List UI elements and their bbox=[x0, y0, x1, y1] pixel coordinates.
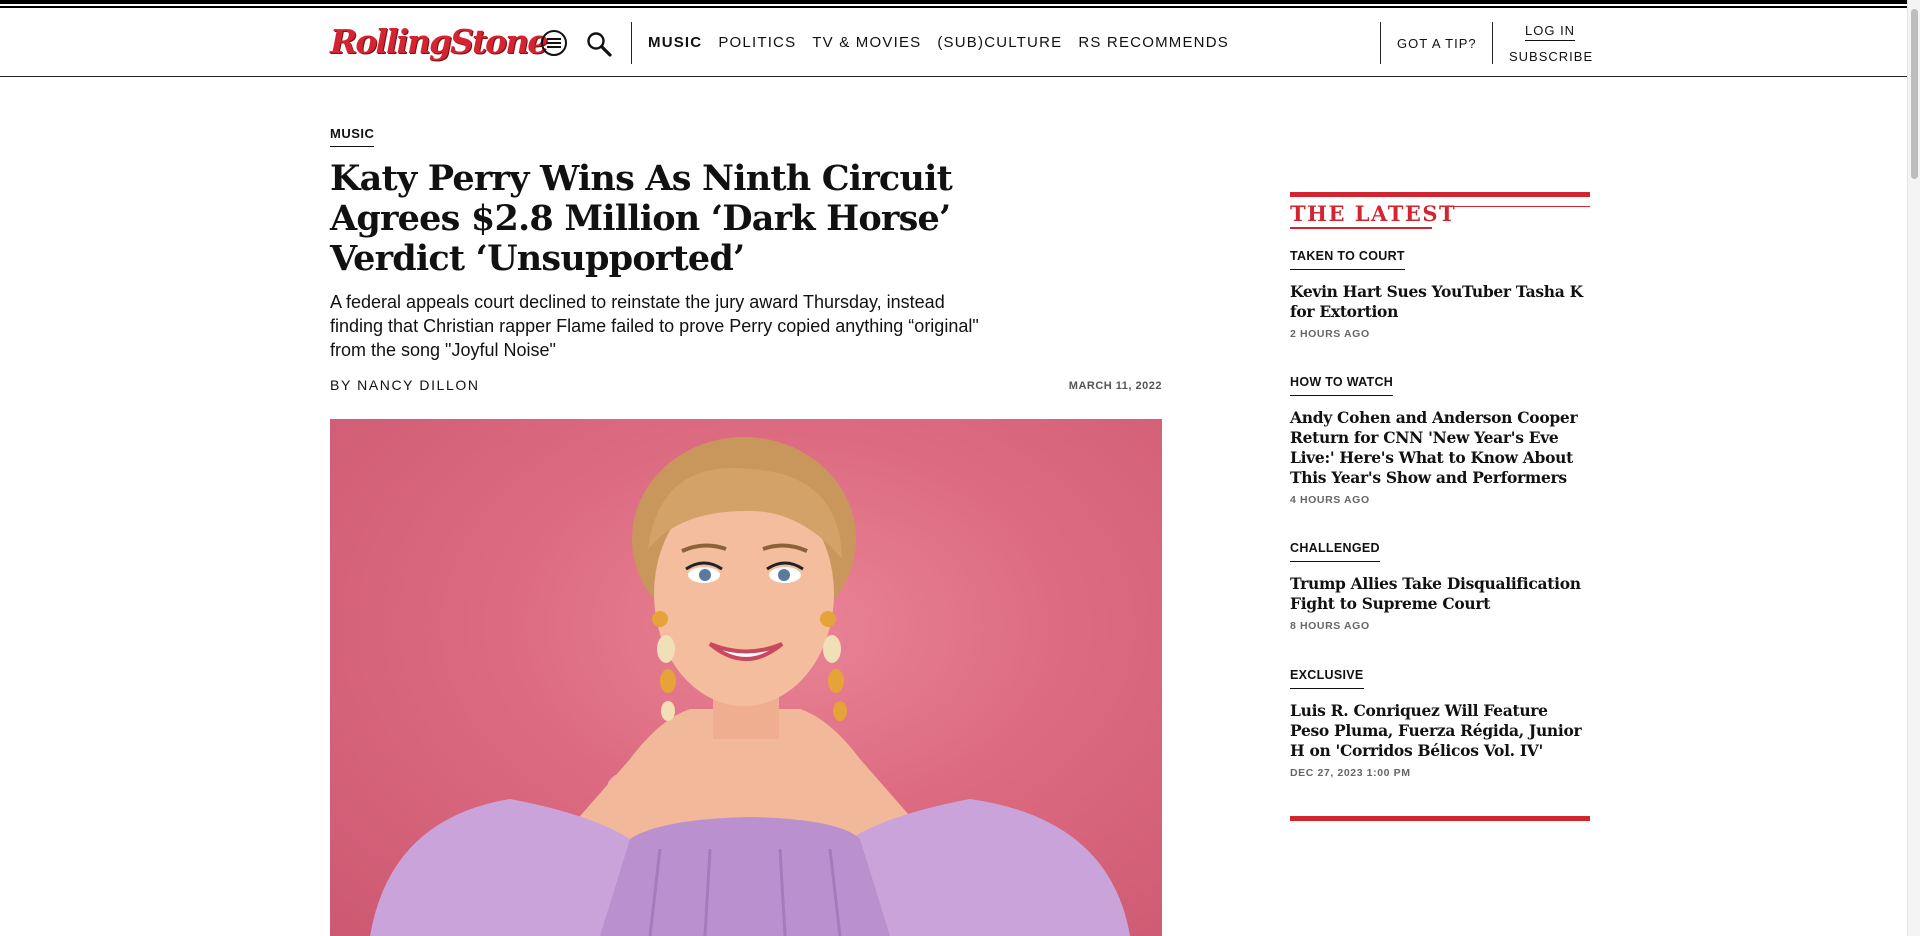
got-a-tip-link[interactable]: GOT A TIP? bbox=[1397, 36, 1477, 51]
latest-heading-rule bbox=[1450, 206, 1590, 207]
list-item: EXCLUSIVE Luis R. Conriquez Will Feature… bbox=[1290, 666, 1590, 779]
item-category[interactable]: CHALLENGED bbox=[1290, 541, 1380, 562]
list-item: CHALLENGED Trump Allies Take Disqualific… bbox=[1290, 539, 1590, 632]
menu-icon bbox=[547, 38, 561, 48]
list-item: HOW TO WATCH Andy Cohen and Anderson Coo… bbox=[1290, 373, 1590, 506]
latest-top-bar bbox=[1290, 192, 1590, 197]
latest-bottom-bar bbox=[1290, 816, 1590, 821]
item-timestamp: 4 HOURS AGO bbox=[1290, 494, 1370, 506]
site-header: RollingStone MUSIC POLITICS TV & MOVIES … bbox=[0, 8, 1920, 77]
scrollbar-thumb[interactable] bbox=[1911, 9, 1918, 179]
main-nav: MUSIC POLITICS TV & MOVIES (SUB)CULTURE … bbox=[648, 34, 1245, 51]
item-title[interactable]: Trump Allies Take Disqualification Fight… bbox=[1290, 574, 1590, 614]
item-title[interactable]: Kevin Hart Sues YouTuber Tasha K for Ext… bbox=[1290, 282, 1590, 322]
subscribe-link[interactable]: SUBSCRIBE bbox=[1509, 49, 1593, 64]
search-button[interactable] bbox=[585, 30, 613, 58]
list-item: TAKEN TO COURT Kevin Hart Sues YouTuber … bbox=[1290, 247, 1590, 340]
nav-politics[interactable]: POLITICS bbox=[718, 34, 796, 51]
latest-heading: THE LATEST bbox=[1290, 201, 1457, 226]
nav-subculture[interactable]: (SUB)CULTURE bbox=[937, 34, 1062, 51]
item-timestamp: 8 HOURS AGO bbox=[1290, 620, 1370, 632]
nav-tv-movies[interactable]: TV & MOVIES bbox=[812, 34, 921, 51]
tip-divider bbox=[1380, 22, 1381, 64]
item-category[interactable]: EXCLUSIVE bbox=[1290, 668, 1364, 689]
search-icon bbox=[587, 32, 612, 57]
article-date: MARCH 11, 2022 bbox=[1068, 380, 1162, 392]
article-byline[interactable]: BY NANCY DILLON bbox=[330, 377, 480, 393]
article-category[interactable]: MUSIC bbox=[330, 126, 375, 147]
latest-heading-underline bbox=[1290, 227, 1432, 229]
nav-divider bbox=[631, 22, 632, 64]
item-title[interactable]: Andy Cohen and Anderson Cooper Return fo… bbox=[1290, 408, 1590, 488]
article-headline: Katy Perry Wins As Ninth Circuit Agrees … bbox=[330, 158, 953, 279]
item-category[interactable]: TAKEN TO COURT bbox=[1290, 249, 1405, 270]
item-title[interactable]: Luis R. Conriquez Will Feature Peso Plum… bbox=[1290, 701, 1590, 761]
hero-image: ime bbox=[330, 419, 1162, 936]
top-rule bbox=[0, 0, 1920, 4]
menu-button[interactable] bbox=[541, 30, 567, 56]
nav-rs-recommends[interactable]: RS RECOMMENDS bbox=[1078, 34, 1229, 51]
article-dek: A federal appeals court declined to rein… bbox=[330, 292, 979, 360]
item-category[interactable]: HOW TO WATCH bbox=[1290, 375, 1394, 396]
nav-music[interactable]: MUSIC bbox=[648, 34, 702, 51]
login-link[interactable]: LOG IN bbox=[1525, 23, 1576, 41]
account-divider bbox=[1492, 22, 1493, 64]
rolling-stone-logo[interactable]: RollingStone bbox=[330, 22, 548, 61]
item-timestamp: 2 HOURS AGO bbox=[1290, 328, 1370, 340]
item-timestamp: DEC 27, 2023 1:00 PM bbox=[1290, 767, 1411, 779]
page-scrollbar[interactable] bbox=[1907, 0, 1920, 936]
